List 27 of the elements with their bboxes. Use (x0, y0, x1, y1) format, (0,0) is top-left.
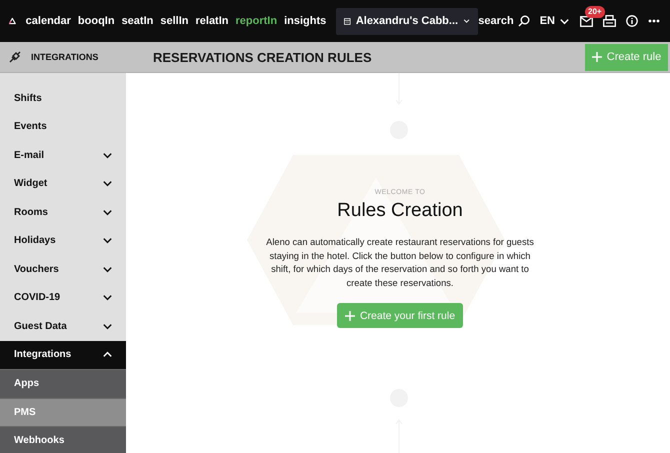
notification-badge: 20+ (585, 6, 605, 18)
nav-link[interactable]: booqIn (78, 15, 115, 27)
sidebar-item[interactable]: Holidays (0, 226, 126, 255)
sidebar-item[interactable]: E-mail (0, 141, 126, 170)
sidebar-subitem[interactable]: Apps (0, 369, 126, 398)
venue-selector[interactable]: Alexandru's Cabb... (336, 8, 478, 34)
search-button[interactable]: search (478, 15, 530, 27)
section-title: INTEGRATIONS (31, 52, 98, 62)
sidebar-subitem[interactable]: Webhooks (0, 426, 126, 453)
sidebar-item[interactable]: Events (0, 112, 126, 141)
nav-link[interactable]: insights (284, 15, 326, 27)
sidebar-item[interactable]: COVID-19 (0, 284, 126, 312)
nav-link[interactable]: sellIn (160, 15, 188, 27)
language-selector[interactable]: EN (540, 15, 570, 27)
welcome-title: Rules Creation (336, 200, 464, 222)
sidebar-item[interactable]: Shifts (0, 84, 126, 112)
sidebar-item[interactable]: Guest Data (0, 312, 126, 340)
nav-link[interactable]: relatIn (195, 15, 228, 27)
sidebar-item[interactable]: Rooms (0, 198, 126, 226)
nav-link[interactable]: reportIn (236, 15, 278, 27)
sidebar-item[interactable]: Widget (0, 170, 126, 198)
nav-link[interactable]: seatIn (122, 15, 154, 27)
nav-link[interactable]: calendar (26, 15, 71, 27)
sidebar-item[interactable]: Vouchers (0, 255, 126, 284)
sidebar-item[interactable]: Integrations (0, 340, 126, 369)
description-text: Aleno can automatically create restaurant reservations for guests staying in the hotel. Click the button below to configure in which shift, for which days of the reservation and so forth you want to create these reservations. (265, 236, 535, 290)
page-title: RESERVATIONS CREATION RULES (153, 50, 373, 64)
